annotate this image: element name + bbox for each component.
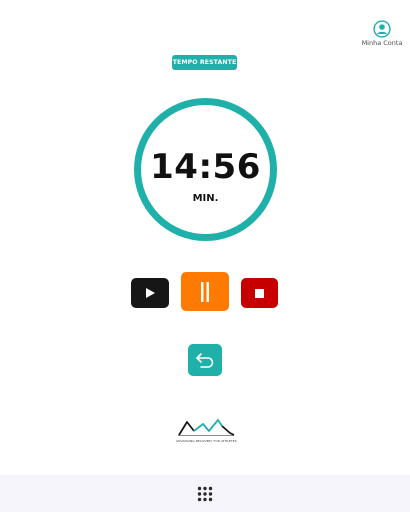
timer-screen: Minha Conta TEMPO RESTANTE 14:56 MIN. AD… xyxy=(0,0,410,512)
back-button[interactable] xyxy=(188,344,222,376)
stop-button[interactable] xyxy=(241,278,278,308)
apps-grid-icon xyxy=(197,486,213,501)
undo-arrow-icon xyxy=(196,353,214,368)
bottom-navigation-bar xyxy=(0,475,410,512)
apps-menu-button[interactable] xyxy=(195,484,215,504)
time-remaining-badge: TEMPO RESTANTE xyxy=(172,55,237,70)
play-icon xyxy=(146,288,155,298)
pause-icon xyxy=(201,281,209,302)
logo-mark xyxy=(178,419,235,436)
stop-icon xyxy=(255,288,264,298)
play-button[interactable] xyxy=(131,278,169,308)
account-label: Minha Conta xyxy=(361,39,403,47)
account-button[interactable]: Minha Conta xyxy=(360,20,404,47)
brand-logo: ADVANCING RECOVERY FOR ATHLETES xyxy=(176,415,237,447)
logo-tagline: ADVANCING RECOVERY FOR ATHLETES xyxy=(176,439,237,443)
time-unit: MIN. xyxy=(192,193,219,204)
pause-button[interactable] xyxy=(181,272,229,311)
time-display: 14:56 xyxy=(150,147,261,187)
user-circle-icon xyxy=(373,20,391,38)
timer-ring: 14:56 MIN. xyxy=(134,98,277,241)
